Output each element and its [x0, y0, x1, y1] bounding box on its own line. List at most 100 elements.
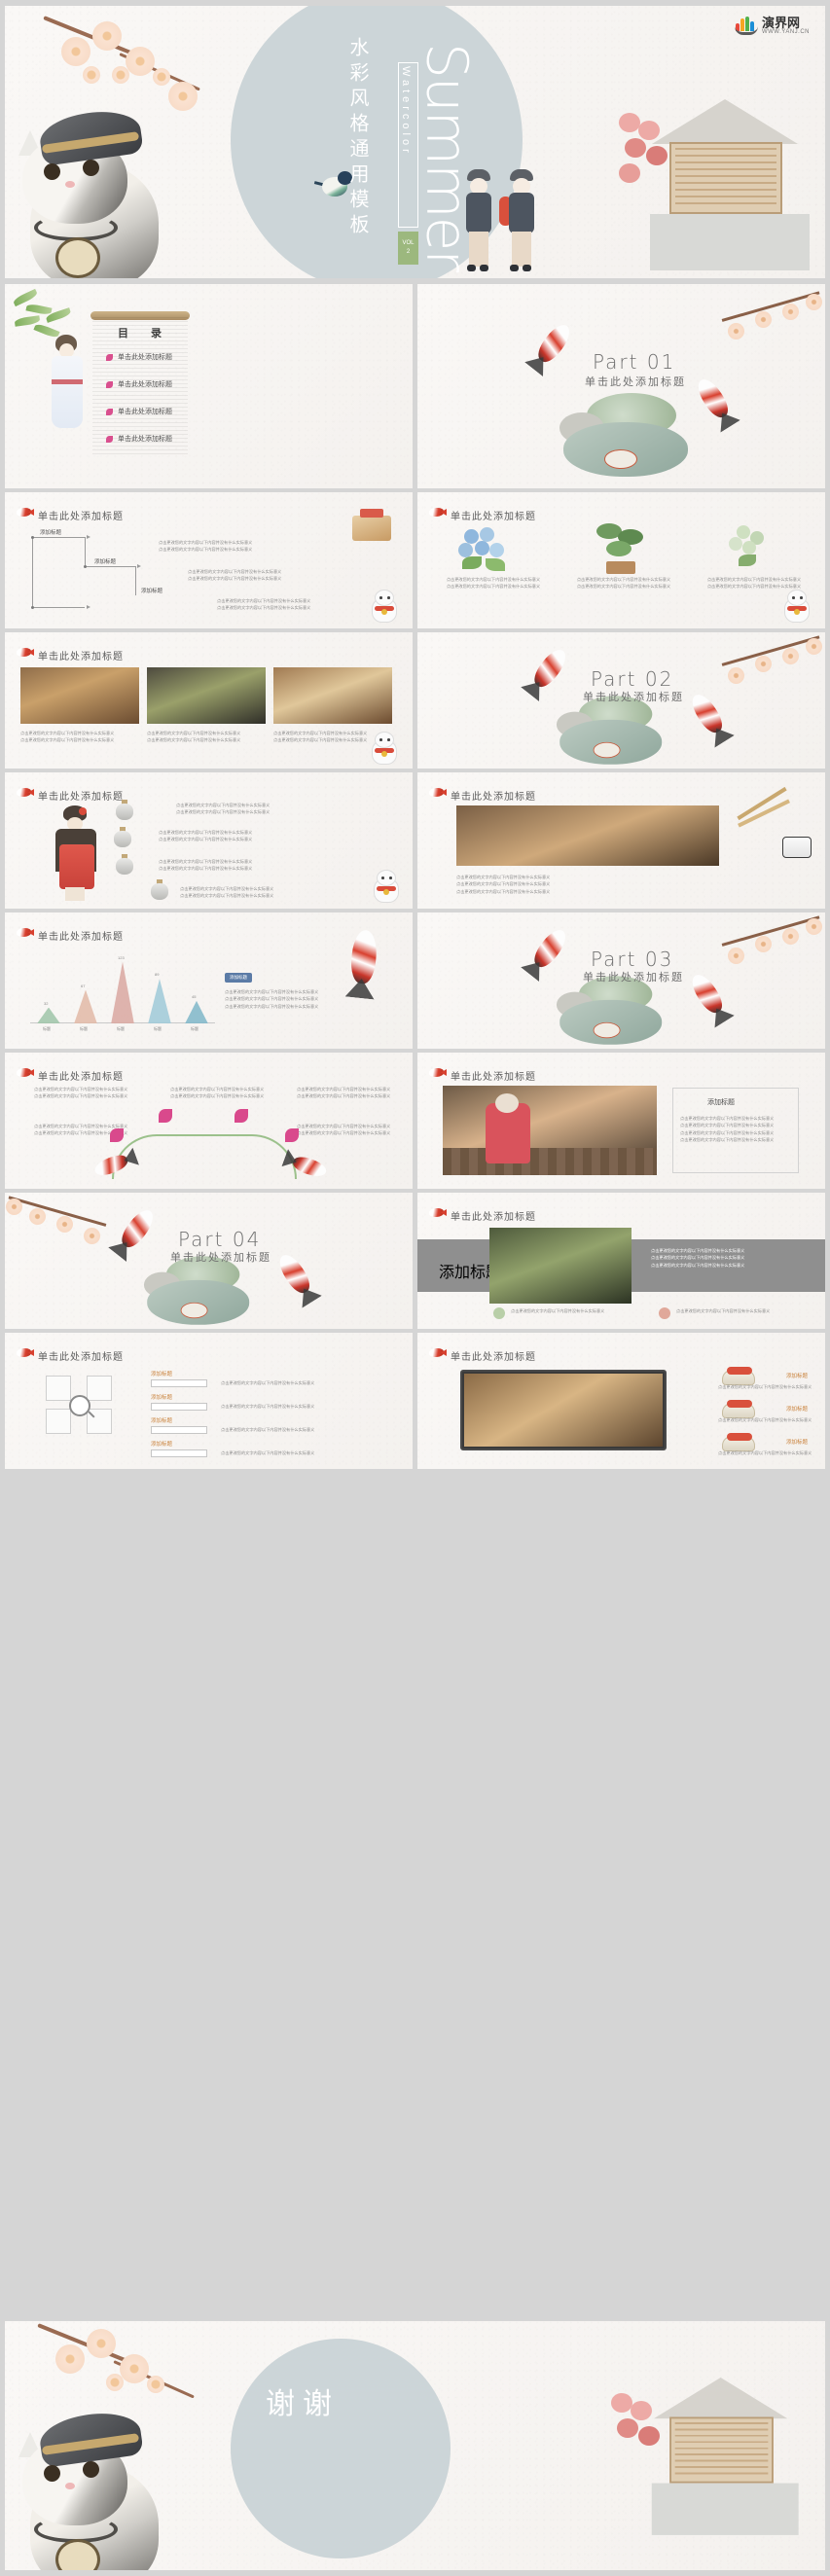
part-subtitle: 单击此处添加标题 — [585, 376, 686, 388]
chart-bar — [148, 979, 171, 1023]
garden-photo[interactable] — [489, 1228, 632, 1304]
thumb-icon-1[interactable] — [46, 1376, 71, 1401]
photo-thumb-3[interactable] — [273, 667, 392, 724]
chart-category-label: 标题 — [43, 1026, 51, 1031]
toc-item-1[interactable]: 单击此处添加标题 — [118, 352, 172, 362]
slide-part-03[interactable]: Part 03 单击此处添加标题 — [417, 912, 825, 1049]
geisha-body-2a: 点击更改您的文字内容以下内容并没有什么实际意义 — [159, 830, 253, 835]
flow-body-2b: 点击更改您的文字内容以下内容并没有什么实际意义 — [188, 576, 282, 582]
slide-bar-chart[interactable]: 单击此处添加标题 添加标题 点击更改您的文字内容以下内容并没有什么实际意义 点击… — [5, 912, 413, 1049]
rainbow-logo-icon — [734, 16, 758, 35]
cherry-blossom-icon — [721, 290, 825, 358]
geisha-body-4a: 点击更改您的文字内容以下内容并没有什么实际意义 — [180, 886, 274, 891]
laptop-mockup[interactable] — [460, 1370, 667, 1469]
geisha-body-4b: 点击更改您的文字内容以下内容并没有什么实际意义 — [180, 893, 274, 899]
dot-marker-pink — [659, 1307, 670, 1319]
slide-heading: 单击此处添加标题 — [451, 1352, 536, 1363]
dot-marker-green — [493, 1307, 505, 1319]
hydrangea-icon — [458, 527, 511, 574]
photo-thumb-2[interactable] — [147, 667, 266, 724]
toc-bullet-icon — [106, 436, 113, 443]
slide-geisha-list[interactable]: 单击此处添加标题 点击更改您的文字内容以下内容并没有什么实际意义 点击更改您的文… — [5, 772, 413, 909]
red-flowers-icon — [611, 2393, 679, 2481]
geisha-body-3a: 点击更改您的文字内容以下内容并没有什么实际意义 — [159, 859, 253, 864]
slide-heading: 单击此处添加标题 — [451, 792, 536, 803]
thumb-icon-3[interactable] — [87, 1376, 112, 1401]
check-label-4: 添加标题 — [151, 1442, 173, 1448]
toc-bullet-icon — [106, 381, 113, 388]
slide-gray-band[interactable]: 单击此处添加标题 添加标题 点击更改您的文字内容以下内容并没有什么实际意义 点击… — [417, 1193, 825, 1329]
cherry-blossom-icon — [37, 2321, 223, 2428]
sushi-photo[interactable] — [456, 805, 719, 866]
maneki-neko-icon — [370, 590, 399, 623]
toc-item-2[interactable]: 单击此处添加标题 — [118, 379, 172, 389]
slide-heading: 单击此处添加标题 — [451, 1072, 536, 1083]
red-flowers-icon — [619, 113, 687, 200]
arc-body-2b: 点击更改您的文字内容以下内容并没有什么实际意义 — [170, 1093, 265, 1099]
toc-item-3[interactable]: 单击此处添加标题 — [118, 407, 172, 416]
slide-table-of-contents[interactable]: 目 录 单击此处添加标题 单击此处添加标题 单击此处添加标题 单击此处添加标题 — [5, 284, 413, 488]
chart-body-1: 点击更改您的文字内容以下内容并没有什么实际意义 — [225, 989, 319, 994]
slide-checklist[interactable]: 单击此处添加标题 添加标题 添加标题 添加标题 添加标题 点击更改您的文字内容以… — [5, 1333, 413, 1469]
slide-sushi-photo[interactable]: 单击此处添加标题 点击更改您的文字内容以下内容并没有什么实际意义 点击更改您的文… — [417, 772, 825, 909]
chart-body-2: 点击更改您的文字内容以下内容并没有什么实际意义 — [225, 996, 319, 1002]
slide-flow-diagram[interactable]: 单击此处添加标题 添加标题 添加标题 添加标题 点击更改您的文字内容以下内容并没… — [5, 492, 413, 628]
check-box-1[interactable] — [151, 1379, 207, 1387]
brand-url: WWW.YANJ.CN — [761, 28, 810, 35]
band-foot-1: 点击更改您的文字内容以下内容并没有什么实际意义 — [511, 1308, 605, 1313]
cover-subtitle-en: Watercolor — [400, 66, 412, 157]
chart-value-label: 32 — [44, 1000, 49, 1006]
chart-value-label: 123 — [118, 954, 125, 960]
arc-shape — [112, 1134, 297, 1179]
slide-tea-ceremony[interactable]: 单击此处添加标题 添加标题 点击更改您的文字内容以下内容并没有什么实际意义 点击… — [417, 1053, 825, 1189]
check-box-4[interactable] — [151, 1449, 207, 1457]
sushi-body-1: 点击更改您的文字内容以下内容并没有什么实际意义 — [456, 875, 551, 879]
flower-marker-icon — [285, 1128, 299, 1142]
photo-caption-2b: 点击更改您的文字内容以下内容并没有什么实际意义 — [147, 737, 241, 743]
tea-ceremony-photo[interactable] — [443, 1086, 657, 1175]
watercolor-cat-illustration — [13, 105, 178, 278]
slide-thank-you[interactable]: 谢谢 — [5, 2321, 825, 2570]
slide-part-01[interactable]: Part 01 单击此处添加标题 — [417, 284, 825, 488]
arc-body-3b: 点击更改您的文字内容以下内容并没有什么实际意义 — [297, 1093, 391, 1099]
check-body-2: 点击更改您的文字内容以下内容并没有什么实际意义 — [221, 1404, 315, 1409]
chart-value-label: 45 — [192, 993, 197, 999]
brand-logo: 演界网 WWW.YANJ.CN — [734, 16, 810, 35]
laptop-label-2: 添加标题 — [785, 1407, 808, 1413]
arc-body-5a: 点击更改您的文字内容以下内容并没有什么实际意义 — [297, 1124, 391, 1128]
arc-body-1a: 点击更改您的文字内容以下内容并没有什么实际意义 — [34, 1087, 128, 1091]
slide-arc-diagram[interactable]: 单击此处添加标题 点击更改您的文字内容以下内容并没有什么实际意义 点击更改您的文… — [5, 1053, 413, 1189]
laptop-label-3: 添加标题 — [785, 1440, 808, 1446]
check-box-2[interactable] — [151, 1403, 207, 1411]
flow-body-2a: 点击更改您的文字内容以下内容并没有什么实际意义 — [188, 569, 282, 574]
slide-part-04[interactable]: Part 04 单击此处添加标题 — [5, 1193, 413, 1329]
slide-three-photos[interactable]: 单击此处添加标题 点击更改您的文字内容以下内容并没有什么实际意义 点击更改您的文… — [5, 632, 413, 769]
koi-fish-icon — [338, 928, 386, 1000]
photo-thumb-1[interactable] — [20, 667, 139, 724]
flower-marker-icon — [159, 1109, 172, 1123]
flower-marker-icon — [235, 1109, 248, 1123]
flow-node-label-2: 添加标题 — [94, 559, 117, 565]
thumb-icon-2[interactable] — [46, 1409, 71, 1434]
chart-category-label: 标题 — [117, 1026, 125, 1031]
flower-marker-icon — [110, 1128, 124, 1142]
flow-body-3b: 点击更改您的文字内容以下内容并没有什么实际意义 — [217, 605, 311, 611]
slide-heading: 单击此处添加标题 — [451, 512, 536, 522]
flow-body-1a: 点击更改您的文字内容以下内容并没有什么实际意义 — [159, 540, 253, 545]
check-body-1: 点击更改您的文字内容以下内容并没有什么实际意义 — [221, 1380, 315, 1385]
chrysanthemum-icon — [727, 525, 777, 572]
check-body-3: 点击更改您的文字内容以下内容并没有什么实际意义 — [221, 1427, 315, 1432]
check-box-3[interactable] — [151, 1426, 207, 1434]
slide-three-plants[interactable]: 单击此处添加标题 点击更改您的文字内容以下内容并没有什么实际意义 点击更改您的文… — [417, 492, 825, 628]
arc-body-5b: 点击更改您的文字内容以下内容并没有什么实际意义 — [297, 1130, 391, 1136]
chart-bar — [74, 989, 97, 1023]
toc-bullet-icon — [106, 354, 113, 361]
slide-part-02[interactable]: Part 02 单击此处添加标题 — [417, 632, 825, 769]
plant-body-1a: 点击更改您的文字内容以下内容并没有什么实际意义 — [446, 577, 541, 582]
koi-fish-icon — [520, 315, 579, 378]
band-body-2: 点击更改您的文字内容以下内容并没有什么实际意义 — [651, 1255, 745, 1261]
slide-laptop[interactable]: 单击此处添加标题 添加标题 点击更改您的文字内容以下内容并没有什么实际意义 添加… — [417, 1333, 825, 1469]
slide-cover[interactable]: 演界网 WWW.YANJ.CN 水彩风格通用模板 Summer Watercol… — [5, 6, 825, 278]
flow-node-label-1: 添加标题 — [40, 530, 62, 536]
toc-item-4[interactable]: 单击此处添加标题 — [118, 434, 172, 444]
